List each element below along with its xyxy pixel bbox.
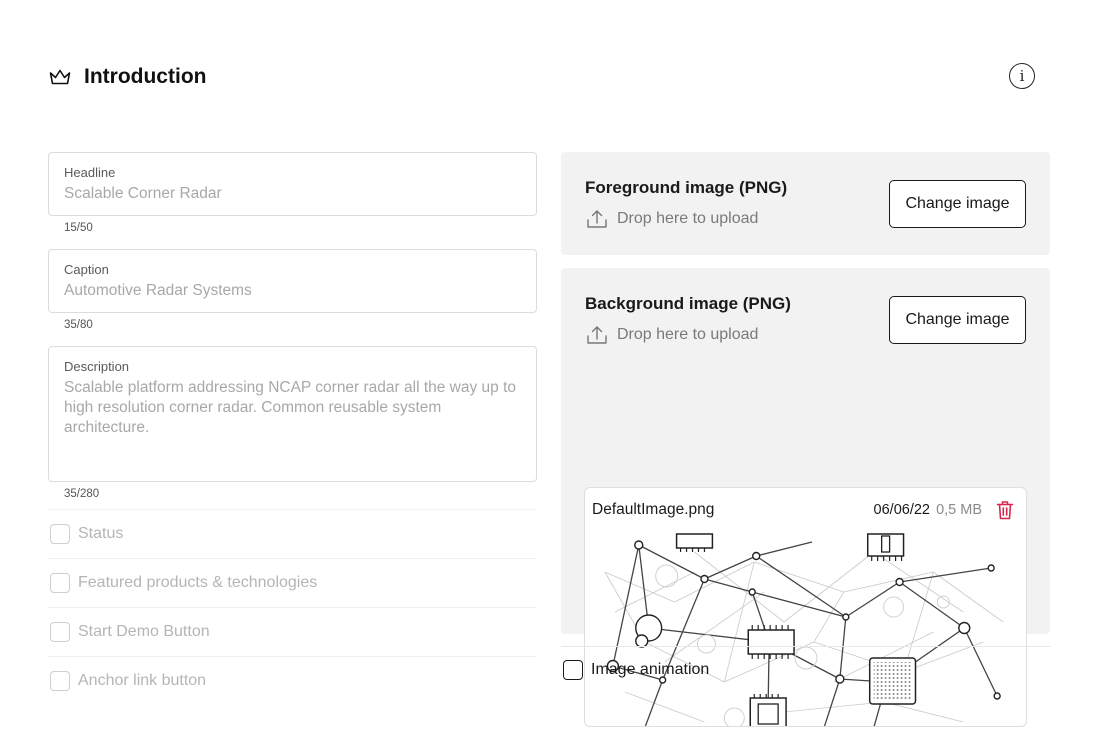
- start-demo-option[interactable]: Start Demo Button: [48, 607, 537, 656]
- caption-counter: 35/80: [64, 319, 93, 331]
- background-drop-text: Drop here to upload: [617, 326, 759, 343]
- start-demo-label: Start Demo Button: [78, 623, 210, 640]
- description-counter: 35/280: [64, 488, 100, 500]
- file-size: 0,5 MB: [936, 502, 982, 518]
- image-animation-label: Image animation: [591, 661, 710, 678]
- featured-products-checkbox[interactable]: [50, 573, 70, 593]
- background-image-panel: Background image (PNG) Drop here to uplo…: [561, 268, 1050, 727]
- background-change-image-button[interactable]: Change image: [889, 296, 1026, 344]
- info-icon[interactable]: i: [1009, 63, 1035, 89]
- featured-products-option[interactable]: Featured products & technologies: [48, 558, 537, 607]
- anchor-link-checkbox[interactable]: [50, 671, 70, 691]
- upload-icon: [587, 326, 607, 344]
- background-title: Background image (PNG): [585, 294, 791, 313]
- uploaded-file-card: DefaultImage.png 06/06/22 0,5 MB: [584, 487, 1027, 727]
- file-date: 06/06/22: [873, 502, 930, 518]
- options-checklist: Status Featured products & technologies …: [48, 509, 537, 705]
- description-label: Description: [64, 359, 130, 374]
- file-header: DefaultImage.png 06/06/22 0,5 MB: [585, 488, 1026, 532]
- caption-label: Caption: [64, 262, 109, 277]
- file-image-preview: [604, 533, 1004, 726]
- headline-value[interactable]: Scalable Corner Radar: [64, 184, 521, 204]
- text-fields-column: Headline Scalable Corner Radar 15/50 Cap…: [48, 152, 537, 705]
- upload-icon: [587, 210, 607, 228]
- image-animation-checkbox[interactable]: [563, 660, 583, 680]
- foreground-change-image-button[interactable]: Change image: [889, 180, 1026, 228]
- caption-field[interactable]: Caption Automotive Radar Systems: [48, 249, 537, 313]
- images-column: Foreground image (PNG) Drop here to uplo…: [561, 152, 1050, 727]
- caption-value[interactable]: Automotive Radar Systems: [64, 281, 521, 301]
- headline-label: Headline: [64, 165, 116, 180]
- foreground-image-panel: Foreground image (PNG) Drop here to uplo…: [561, 152, 1050, 255]
- featured-products-label: Featured products & technologies: [78, 574, 318, 591]
- divider: [561, 646, 1051, 647]
- status-checkbox[interactable]: [50, 524, 70, 544]
- page-title: Introduction: [84, 65, 207, 88]
- trash-icon[interactable]: [996, 500, 1014, 520]
- section-header: Introduction i: [48, 62, 1038, 92]
- image-animation-option[interactable]: Image animation: [563, 660, 709, 680]
- start-demo-checkbox[interactable]: [50, 622, 70, 642]
- anchor-link-option[interactable]: Anchor link button: [48, 656, 537, 705]
- foreground-drop-text: Drop here to upload: [617, 210, 759, 227]
- background-dropzone[interactable]: Drop here to upload: [585, 324, 758, 346]
- anchor-link-label: Anchor link button: [78, 672, 207, 689]
- foreground-dropzone[interactable]: Drop here to upload: [585, 208, 758, 230]
- status-option[interactable]: Status: [48, 509, 537, 558]
- status-label: Status: [78, 525, 124, 542]
- headline-counter: 15/50: [64, 222, 93, 234]
- file-name: DefaultImage.png: [592, 501, 715, 518]
- headline-field[interactable]: Headline Scalable Corner Radar: [48, 152, 537, 216]
- crown-icon: [48, 65, 72, 89]
- foreground-title: Foreground image (PNG): [585, 178, 788, 197]
- description-field[interactable]: Description Scalable platform addressing…: [48, 346, 537, 482]
- description-value[interactable]: Scalable platform addressing NCAP corner…: [64, 378, 521, 438]
